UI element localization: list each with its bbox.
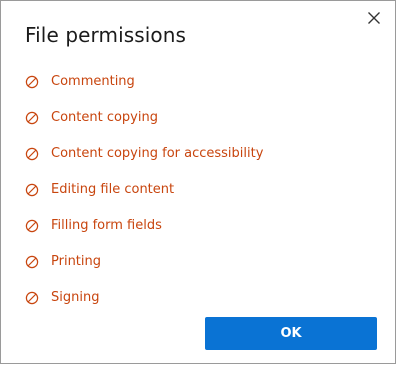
- permission-item: Signing: [25, 279, 263, 315]
- permission-item: Content copying for accessibility: [25, 135, 263, 171]
- permission-item: Filling form fields: [25, 207, 263, 243]
- permission-label: Content copying for accessibility: [51, 145, 264, 161]
- ok-button[interactable]: OK: [205, 317, 377, 350]
- permission-label: Signing: [51, 289, 100, 305]
- prohibited-icon: [25, 290, 39, 305]
- permission-item: Editing file content: [25, 171, 263, 207]
- dialog-title: File permissions: [25, 23, 187, 47]
- prohibited-icon: [25, 218, 39, 233]
- prohibited-icon: [25, 254, 39, 269]
- file-permissions-dialog: File permissions Commenting Content copy…: [0, 0, 396, 364]
- permission-item: Printing: [25, 243, 263, 279]
- permission-label: Editing file content: [51, 181, 175, 197]
- permission-item: Commenting: [25, 63, 263, 99]
- prohibited-icon: [25, 182, 39, 197]
- permission-item: Content copying: [25, 99, 263, 135]
- permission-label: Content copying: [51, 109, 158, 125]
- permission-label: Filling form fields: [51, 217, 162, 233]
- prohibited-icon: [25, 74, 39, 89]
- permission-list: Commenting Content copying Content copyi…: [25, 63, 263, 315]
- permission-label: Commenting: [51, 73, 135, 89]
- background-window-edge: [0, 364, 400, 374]
- close-icon: [368, 12, 380, 24]
- permission-label: Printing: [51, 253, 102, 269]
- close-button[interactable]: [365, 9, 383, 27]
- prohibited-icon: [25, 146, 39, 161]
- prohibited-icon: [25, 110, 39, 125]
